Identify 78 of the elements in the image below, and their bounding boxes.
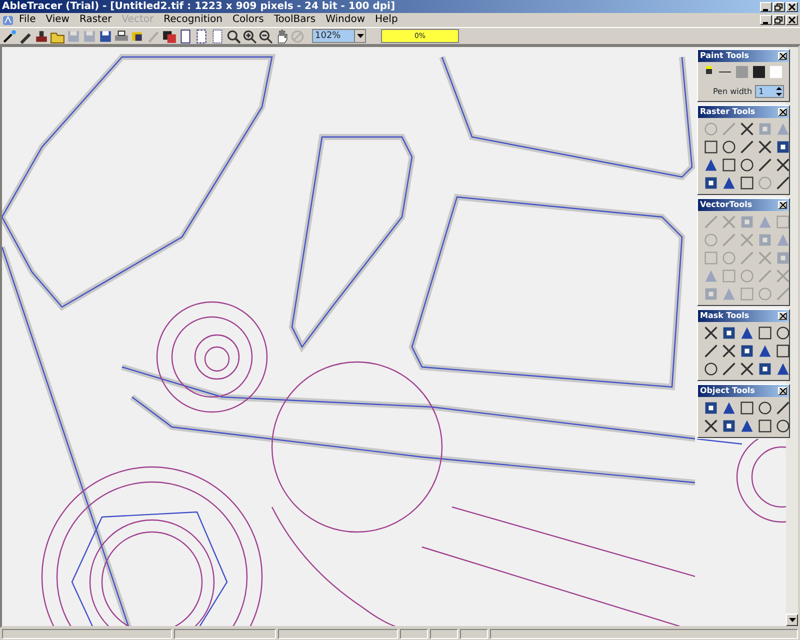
menu-item[interactable]: File [14,14,41,26]
grid-icon[interactable] [721,325,737,341]
grid-icon[interactable] [739,343,755,359]
line-icon[interactable] [721,361,737,377]
grid-icon[interactable] [757,361,773,377]
triangle-icon[interactable] [775,361,791,377]
square-icon[interactable] [721,157,737,173]
layers-icon[interactable] [162,28,177,44]
palette-title: Mask Tools [700,310,750,322]
spinner-arrows-icon[interactable] [775,86,783,97]
circle-icon[interactable] [739,157,755,173]
triangle-icon[interactable] [721,400,737,416]
line-icon[interactable] [739,139,755,155]
status-panel [460,629,488,639]
circle-icon[interactable] [703,361,719,377]
circle-icon[interactable] [775,418,791,434]
page-icon[interactable] [178,28,193,44]
cross-icon[interactable] [739,361,755,377]
cross-icon[interactable] [703,418,719,434]
app-icon[interactable] [2,14,14,26]
line-icon[interactable] [703,343,719,359]
dropdown-arrow-icon[interactable] [356,34,364,38]
palette-title: Raster Tools [700,106,756,118]
triangle-icon[interactable] [739,418,755,434]
page-icon[interactable] [194,28,209,44]
search-icon[interactable] [226,28,241,44]
menu-item[interactable]: Help [370,14,403,26]
palette-title: Paint Tools [700,50,749,62]
grid-icon[interactable] [703,175,719,191]
menu-item[interactable]: View [40,14,74,26]
stamp-icon[interactable] [34,28,49,44]
square-icon[interactable] [757,325,773,341]
line-icon[interactable] [775,400,791,416]
triangle-icon[interactable] [721,175,737,191]
background-swatch-icon[interactable] [769,65,783,79]
line-icon[interactable] [757,157,773,173]
zoom-combo[interactable]: 102% [312,29,366,43]
palette-title: Object Tools [700,385,755,397]
wand-icon[interactable] [2,28,17,44]
printer-icon[interactable] [114,28,129,44]
zoom-in-icon[interactable] [242,28,257,44]
square-icon[interactable] [739,400,755,416]
square-icon[interactable] [757,418,773,434]
pattern-swatch-icon[interactable] [735,65,749,79]
pen-width-spinner[interactable]: 1 [755,85,784,98]
cross-icon[interactable] [757,139,773,155]
status-panel [430,629,458,639]
cross-icon[interactable] [703,325,719,341]
floppy-icon[interactable] [98,28,113,44]
window-title: AbleTracer (Trial) - [Untitled2.tif : 1223 x 909 pixels - 24 bit - 100 dpi] [2,0,396,14]
menu-item[interactable]: ToolBars [268,14,321,26]
grid-icon[interactable] [703,400,719,416]
cross-icon[interactable] [721,343,737,359]
menu-item[interactable]: Window [320,14,370,26]
line-icon[interactable] [775,175,791,191]
square-icon[interactable] [739,175,755,191]
pen-width-label: Pen width [713,86,752,98]
menu-item[interactable]: Recognition [158,14,228,26]
square-icon[interactable] [775,343,791,359]
status-panel [400,629,428,639]
triangle-icon[interactable] [739,325,755,341]
palette-title: VectorTools [700,199,752,211]
triangle-icon[interactable] [703,157,719,173]
page-icon[interactable] [210,28,225,44]
cross-icon[interactable] [739,121,755,137]
triangle-icon[interactable] [757,343,773,359]
square-icon[interactable] [703,139,719,155]
cross-icon[interactable] [775,157,791,173]
circle-icon[interactable] [775,325,791,341]
scroll-down-icon[interactable] [788,618,796,622]
circle-icon[interactable] [757,400,773,416]
grid-icon[interactable] [775,139,791,155]
circle-icon[interactable] [721,139,737,155]
zoom-out-icon[interactable] [258,28,273,44]
foreground-swatch-icon[interactable] [752,65,766,79]
grid-icon[interactable] [721,418,737,434]
menu-item[interactable]: Colors [228,14,269,26]
menu-item[interactable]: Raster [74,14,117,26]
